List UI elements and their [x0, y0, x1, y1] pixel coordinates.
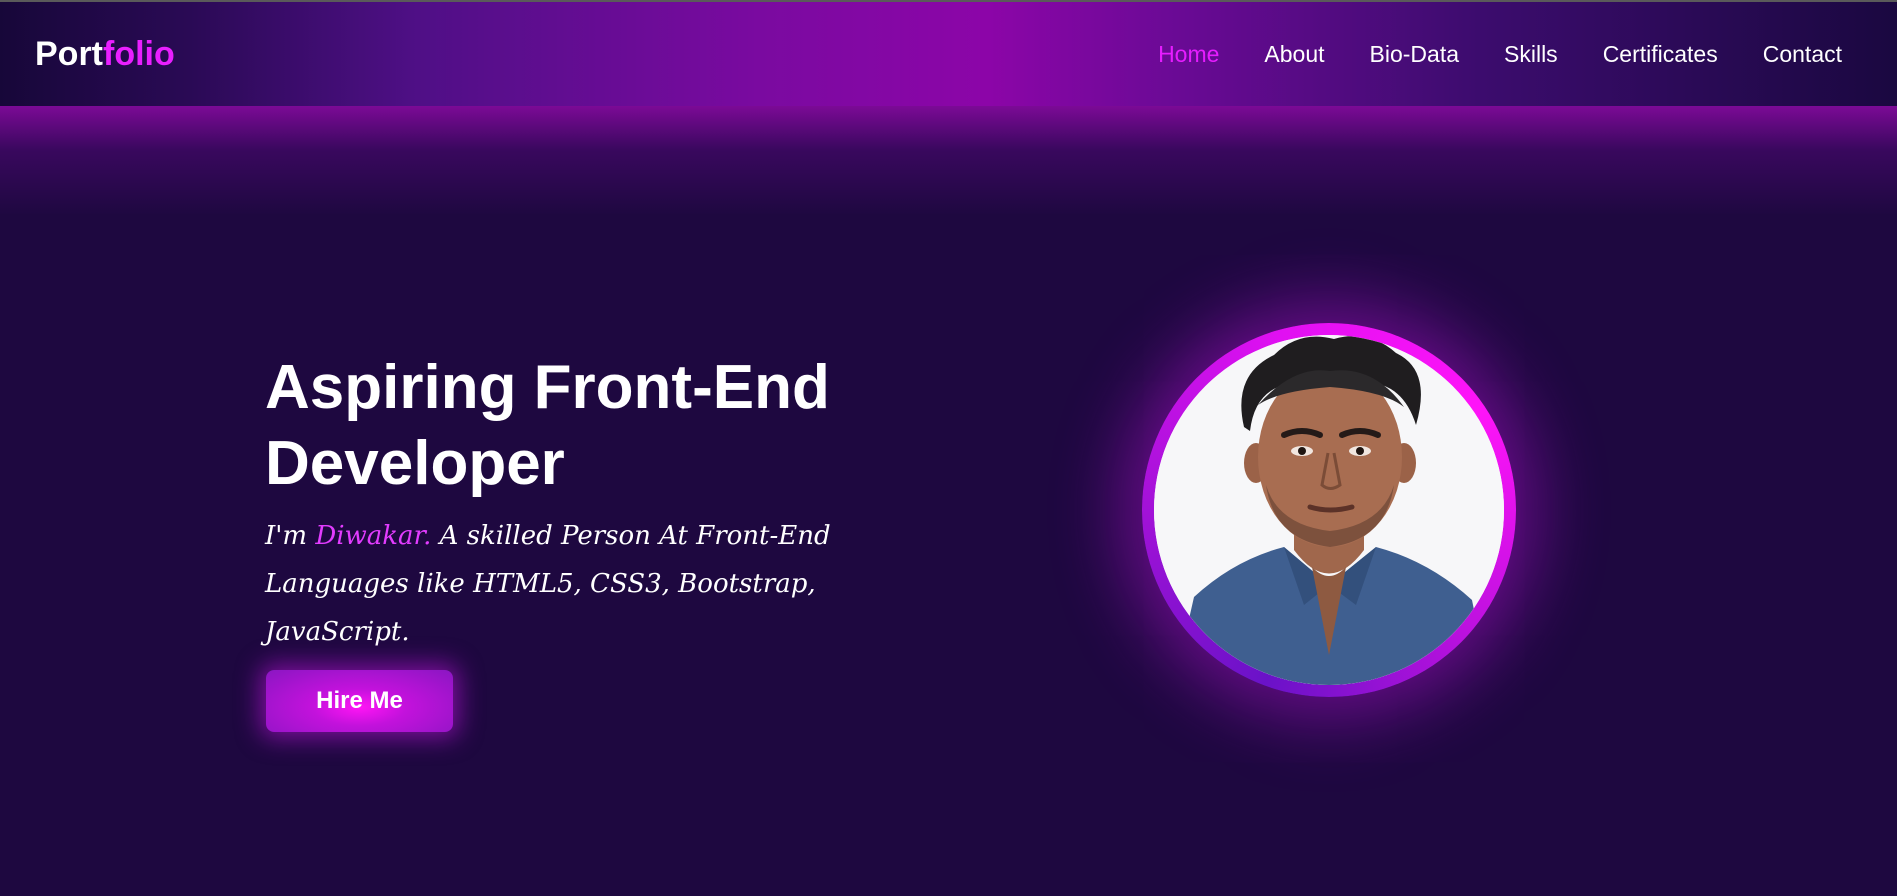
hero-title: Aspiring Front-End Developer	[265, 353, 830, 498]
hero-intro: I'm Diwakar. A skilled Person At Front-E…	[265, 512, 865, 656]
nav-link-certificates[interactable]: Certificates	[1603, 41, 1718, 68]
hire-me-button[interactable]: Hire Me	[266, 670, 453, 732]
hero-text: Aspiring Front-End Developer I'm Diwakar…	[265, 350, 885, 656]
hero-intro-prefix: I'm	[265, 521, 316, 551]
profile-photo-illustration	[1154, 335, 1504, 685]
nav-link-about[interactable]: About	[1264, 41, 1324, 68]
navbar: Port folio Home About Bio-Data Skills Cer…	[0, 2, 1897, 106]
profile-photo	[1154, 335, 1504, 685]
nav-link-contact[interactable]: Contact	[1763, 41, 1842, 68]
nav-link-bio-data[interactable]: Bio-Data	[1370, 41, 1459, 68]
brand-logo[interactable]: Port folio	[35, 35, 175, 74]
navbar-glow	[0, 106, 1897, 216]
nav-links: Home About Bio-Data Skills Certificates …	[1113, 41, 1842, 68]
nav-link-home[interactable]: Home	[1158, 41, 1219, 68]
brand-logo-accent: folio	[103, 34, 175, 73]
hero-name: Diwakar.	[315, 521, 432, 551]
nav-link-skills[interactable]: Skills	[1504, 41, 1558, 68]
brand-logo-prefix: Port	[35, 34, 103, 73]
profile-photo-ring	[1142, 323, 1516, 697]
